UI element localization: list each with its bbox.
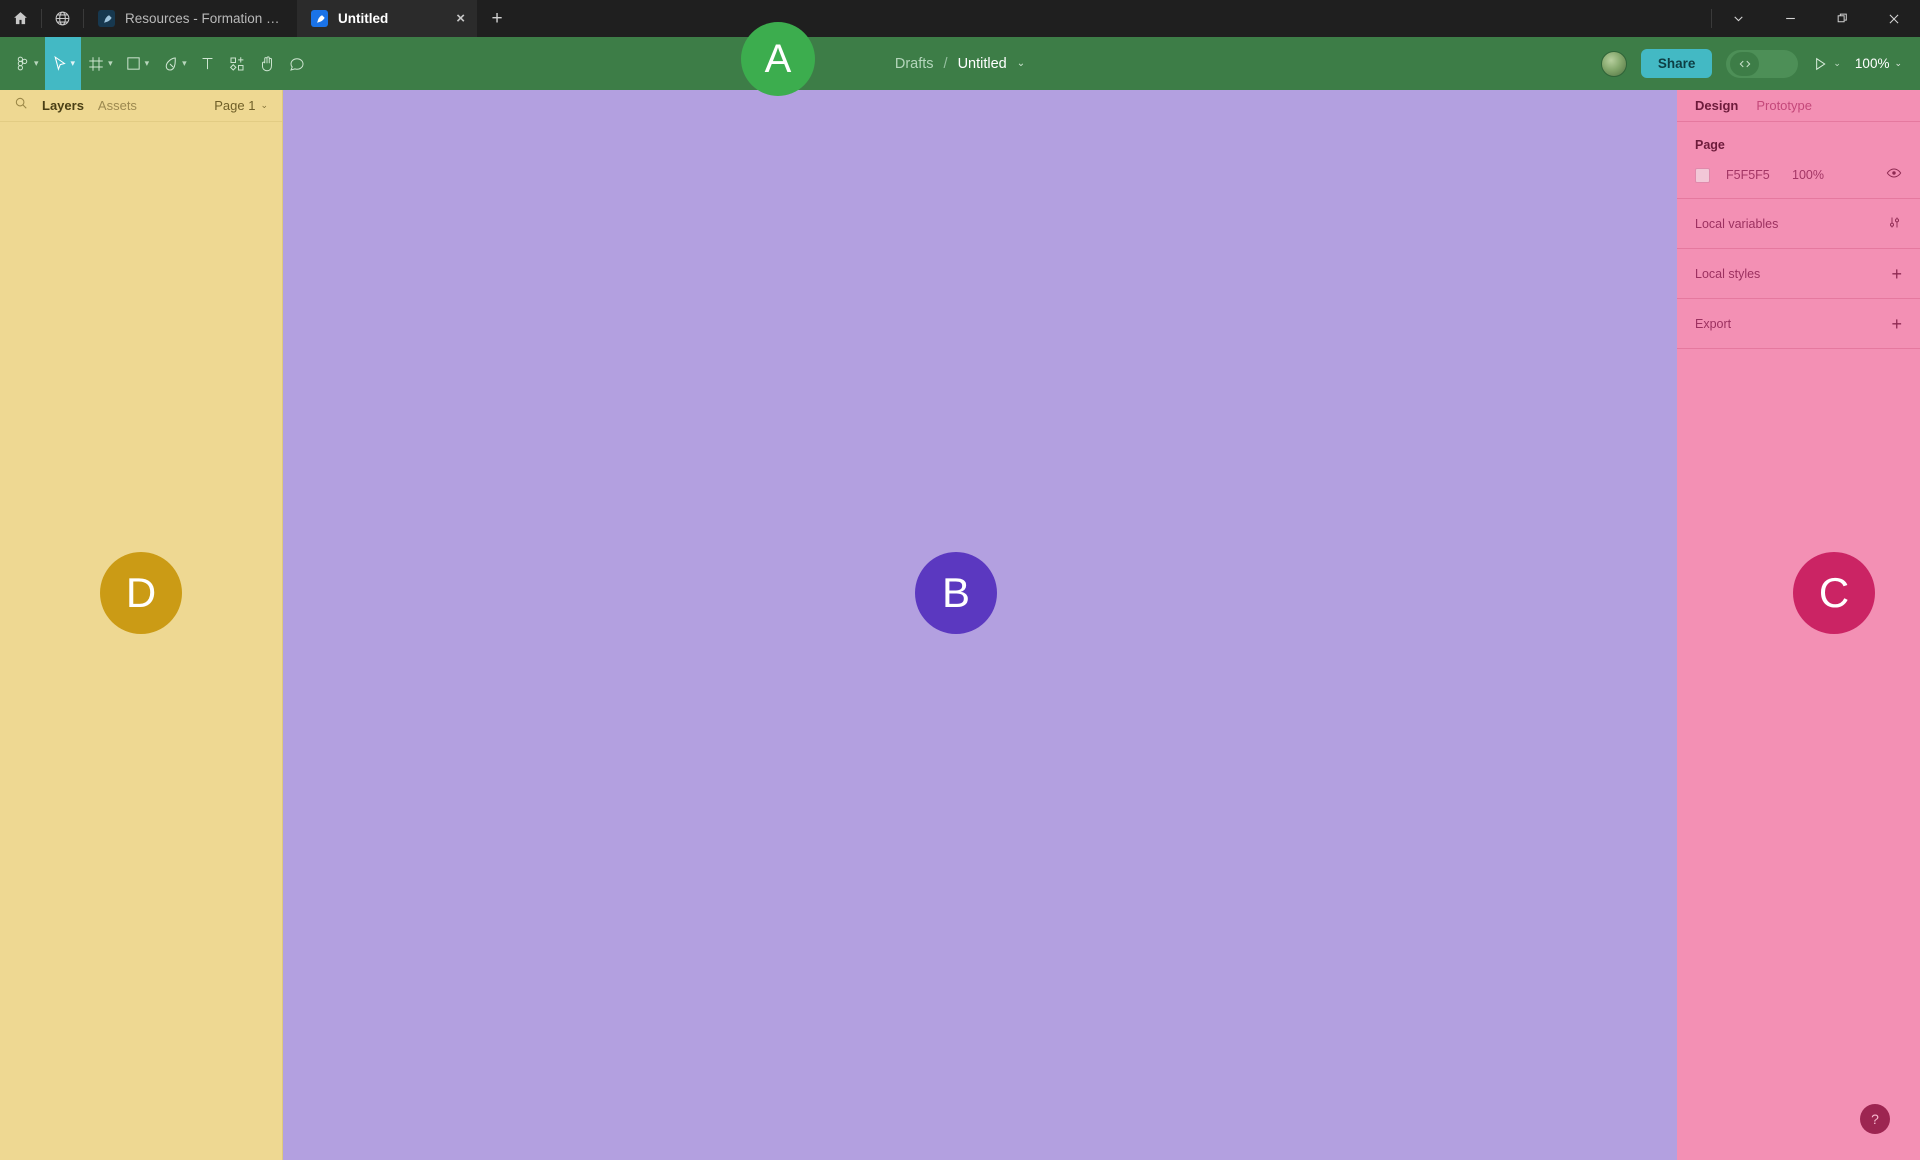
chevron-down-icon[interactable]: ⌄ xyxy=(1017,58,1025,69)
tab-layers[interactable]: Layers xyxy=(42,98,84,113)
chevron-down-icon: ▾ xyxy=(182,58,187,68)
zoom-control[interactable]: 100% ⌄ xyxy=(1855,56,1902,71)
chevron-down-icon: ▾ xyxy=(144,58,150,68)
eye-icon[interactable] xyxy=(1886,165,1902,186)
shape-tool[interactable]: ▾ xyxy=(119,37,156,90)
figma-favicon xyxy=(311,10,328,27)
page-section: Page F5F5F5 100% xyxy=(1677,122,1920,199)
local-styles-label: Local styles xyxy=(1695,266,1761,281)
window-controls xyxy=(1711,0,1920,37)
page-selector-label: Page 1 xyxy=(214,98,256,113)
figma-toolbar: ▾ ▾ ▾ ▾ ▾ Drafts / Untitled ⌄ Share ⌄ 10… xyxy=(0,37,1920,90)
chevron-down-icon: ▾ xyxy=(70,58,76,68)
tab-title: Untitled xyxy=(338,11,389,26)
chevron-down-icon[interactable] xyxy=(1712,0,1764,37)
sliders-icon[interactable] xyxy=(1887,215,1902,233)
chevron-down-icon[interactable]: ⌄ xyxy=(1833,59,1841,68)
color-opacity-value[interactable]: 100% xyxy=(1792,168,1824,182)
new-tab-button[interactable]: + xyxy=(477,0,517,37)
right-sidebar-tabs: Design Prototype xyxy=(1677,90,1920,122)
toolbar-right-group: Share ⌄ 100% ⌄ xyxy=(1600,49,1920,78)
local-styles-row[interactable]: Local styles + xyxy=(1695,249,1902,298)
components-icon[interactable] xyxy=(222,37,252,90)
browser-tab-bar: Resources - Formation FIGMA Untitled × + xyxy=(0,0,1920,37)
tab-prototype[interactable]: Prototype xyxy=(1756,98,1812,113)
dev-mode-toggle[interactable] xyxy=(1726,49,1799,78)
comment-tool[interactable] xyxy=(282,37,312,90)
left-sidebar-header: Layers Assets Page 1 ⌄ xyxy=(0,90,282,122)
right-sidebar: Design Prototype Page F5F5F5 100% Local … xyxy=(1677,90,1920,1160)
figma-menu-button[interactable]: ▾ xyxy=(0,37,45,90)
figma-favicon xyxy=(98,10,115,27)
text-tool[interactable] xyxy=(193,37,222,90)
page-section-title: Page xyxy=(1695,138,1725,152)
search-icon[interactable] xyxy=(14,96,28,115)
chevron-down-icon: ▾ xyxy=(108,58,113,68)
present-button[interactable]: ⌄ xyxy=(1812,56,1841,72)
zoom-level: 100% xyxy=(1854,56,1890,71)
breadcrumb-parent[interactable]: Drafts xyxy=(895,56,934,72)
browser-tab-resources[interactable]: Resources - Formation FIGMA xyxy=(84,0,297,37)
export-label: Export xyxy=(1695,316,1732,331)
local-variables-label: Local variables xyxy=(1695,216,1779,231)
local-variables-section[interactable]: Local variables xyxy=(1677,199,1920,249)
local-variables-row[interactable]: Local variables xyxy=(1695,199,1902,248)
local-styles-section[interactable]: Local styles + xyxy=(1677,249,1920,299)
page-color-row: F5F5F5 100% xyxy=(1695,152,1902,198)
tab-assets[interactable]: Assets xyxy=(98,98,137,113)
close-icon[interactable]: × xyxy=(456,11,465,26)
home-icon[interactable] xyxy=(0,0,41,37)
export-section[interactable]: Export + xyxy=(1677,299,1920,349)
minimize-button[interactable] xyxy=(1764,0,1816,37)
restore-button[interactable] xyxy=(1816,0,1868,37)
frame-tool[interactable]: ▾ xyxy=(81,37,119,90)
plus-icon[interactable]: + xyxy=(1891,265,1902,283)
collaborator-avatar-a[interactable]: A xyxy=(741,22,815,96)
design-canvas[interactable]: B xyxy=(283,90,1677,1160)
chevron-down-icon: ⌄ xyxy=(260,100,268,110)
pen-tool[interactable]: ▾ xyxy=(155,37,193,90)
artboard-avatar-d[interactable]: D xyxy=(100,552,182,634)
move-tool[interactable]: ▾ xyxy=(44,37,82,90)
hand-tool[interactable] xyxy=(252,37,282,90)
breadcrumb-current[interactable]: Untitled xyxy=(958,56,1007,72)
code-icon xyxy=(1730,51,1760,76)
color-hex-value[interactable]: F5F5F5 xyxy=(1726,168,1792,182)
export-row[interactable]: Export + xyxy=(1695,299,1902,348)
chevron-down-icon: ▾ xyxy=(34,58,39,68)
tab-design[interactable]: Design xyxy=(1695,98,1738,113)
chevron-down-icon: ⌄ xyxy=(1894,58,1902,68)
browser-tab-untitled[interactable]: Untitled × xyxy=(297,0,477,37)
artboard-avatar-b[interactable]: B xyxy=(915,552,997,634)
help-button[interactable]: ? xyxy=(1860,1104,1890,1134)
globe-icon[interactable] xyxy=(42,0,83,37)
plus-icon[interactable]: + xyxy=(1891,315,1902,333)
artboard-avatar-c[interactable]: C xyxy=(1793,552,1875,634)
avatar[interactable] xyxy=(1600,50,1627,77)
tab-title: Resources - Formation FIGMA xyxy=(125,11,285,26)
close-button[interactable] xyxy=(1868,0,1920,37)
share-button[interactable]: Share xyxy=(1640,49,1713,78)
color-swatch[interactable] xyxy=(1695,167,1710,183)
left-sidebar: Layers Assets Page 1 ⌄ D xyxy=(0,90,283,1160)
breadcrumb-separator: / xyxy=(943,55,948,72)
page-selector[interactable]: Page 1 ⌄ xyxy=(214,98,268,113)
